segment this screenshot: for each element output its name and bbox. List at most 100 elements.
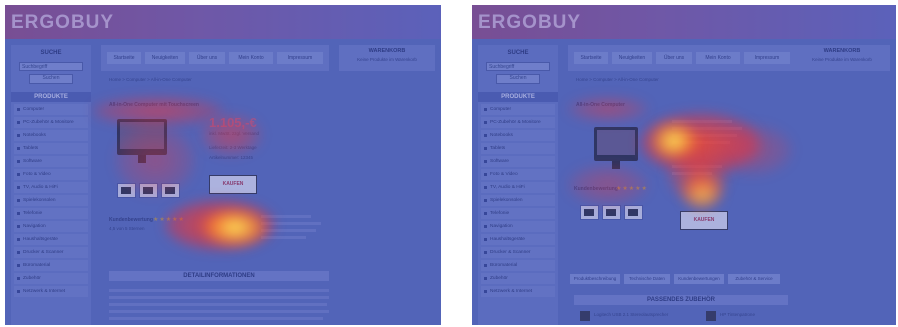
sidebar-item-label: Foto & Video: [23, 172, 51, 177]
search-input[interactable]: Suchbegriff: [486, 62, 550, 71]
sidebar-item-label: Tablets: [490, 146, 506, 151]
thumbnail-image: [143, 187, 153, 194]
sidebar-item[interactable]: TV, Audio & HiFi: [481, 182, 555, 193]
sidebar-item[interactable]: Netzwerk & Internet: [481, 286, 555, 297]
sidebar-item-label: Computer: [490, 107, 512, 112]
cart-text: Keine Produkte im Warenkorb: [812, 57, 872, 62]
search-button[interactable]: Suchen: [496, 74, 540, 84]
sidebar-item[interactable]: Software: [14, 156, 88, 167]
sidebar-item-label: Spielekonsolen: [23, 198, 56, 203]
header-bar: ERGOBUY: [5, 5, 441, 39]
tab-reviews[interactable]: Kundenbewertungen: [674, 274, 724, 284]
tab-imprint[interactable]: Impressum: [277, 52, 323, 64]
tab-specs[interactable]: Technische Daten: [624, 274, 670, 284]
sidebar-item[interactable]: Spielekonsolen: [481, 195, 555, 206]
text-line: [109, 317, 323, 320]
sidebar-item[interactable]: PC-Zubehör & Monitore: [481, 117, 555, 128]
sidebar-item[interactable]: Drucker & Scanner: [14, 247, 88, 258]
thumbnail[interactable]: [580, 205, 599, 220]
add-to-cart-button[interactable]: KAUFEN: [680, 211, 728, 230]
price-note: inkl. MwSt. zzgl. Versand: [209, 131, 260, 136]
tab-accessories[interactable]: Zubehör & Service: [728, 274, 780, 284]
sidebar-item-label: Navigation: [23, 224, 46, 229]
sidebar-item[interactable]: TV, Audio & HiFi: [14, 182, 88, 193]
text-line: [261, 215, 311, 218]
product-image[interactable]: [594, 127, 638, 161]
breadcrumb[interactable]: Home > Computer > All-in-One Computer: [576, 77, 659, 82]
sidebar-item[interactable]: Spielekonsolen: [14, 195, 88, 206]
add-to-cart-button[interactable]: KAUFEN: [209, 175, 257, 194]
sidebar-item[interactable]: Büromaterial: [481, 260, 555, 271]
thumbnail[interactable]: [117, 183, 136, 198]
bullet-icon: [17, 121, 20, 124]
text-line: [672, 120, 732, 123]
sidebar-item-label: Haushaltsgeräte: [23, 237, 58, 242]
sidebar-item[interactable]: Software: [481, 156, 555, 167]
sidebar-item[interactable]: Telefonie: [14, 208, 88, 219]
logo[interactable]: ERGOBUY: [11, 12, 114, 34]
search-button[interactable]: Suchen: [29, 74, 73, 84]
tab-description[interactable]: Produktbeschreibung: [570, 274, 620, 284]
tab-account[interactable]: Mein Konto: [229, 52, 273, 64]
cartridge-icon[interactable]: [706, 311, 716, 321]
breadcrumb[interactable]: Home > Computer > All-in-One Computer: [109, 77, 192, 82]
sidebar-item-label: Zubehör: [23, 276, 41, 281]
cart-panel[interactable]: WARENKORB Keine Produkte im Warenkorb: [339, 45, 435, 71]
sidebar-item[interactable]: Tablets: [481, 143, 555, 154]
sidebar-item[interactable]: Navigation: [14, 221, 88, 232]
rating-stars[interactable]: ★★★★★: [616, 185, 648, 192]
product-image[interactable]: [117, 119, 167, 155]
tab-news[interactable]: Neuigkeiten: [145, 52, 185, 64]
bullet-icon: [17, 199, 20, 202]
bullet-icon: [17, 160, 20, 163]
accessory-item[interactable]: HP Tintenpatrone: [720, 312, 755, 317]
thumbnail[interactable]: [624, 205, 643, 220]
sidebar-item[interactable]: Drucker & Scanner: [481, 247, 555, 258]
thumbnail[interactable]: [602, 205, 621, 220]
product-stand: [138, 155, 146, 163]
article-number: Artikelnummer: 12345: [209, 155, 254, 160]
tab-about[interactable]: Über uns: [189, 52, 225, 64]
tab-home[interactable]: Startseite: [574, 52, 608, 64]
products-title: PRODUKTE: [478, 92, 558, 102]
tab-about[interactable]: Über uns: [656, 52, 692, 64]
sidebar-item[interactable]: Foto & Video: [14, 169, 88, 180]
sidebar-item[interactable]: PC-Zubehör & Monitore: [14, 117, 88, 128]
sidebar-item[interactable]: Navigation: [481, 221, 555, 232]
sidebar-item[interactable]: Notebooks: [481, 130, 555, 141]
rating-stars[interactable]: ★★★★★: [153, 216, 185, 223]
thumbnail[interactable]: [139, 183, 158, 198]
sidebar-item[interactable]: Büromaterial: [14, 260, 88, 271]
sidebar-item[interactable]: Computer: [14, 104, 88, 115]
tab-news[interactable]: Neuigkeiten: [612, 52, 652, 64]
sidebar-item-label: Haushaltsgeräte: [490, 237, 525, 242]
speaker-icon[interactable]: [580, 311, 590, 321]
thumbnail[interactable]: [161, 183, 180, 198]
logo[interactable]: ERGOBUY: [478, 12, 581, 34]
cart-panel[interactable]: WARENKORB Keine Produkte im Warenkorb: [794, 45, 890, 71]
bullet-icon: [484, 108, 487, 111]
bullet-icon: [484, 199, 487, 202]
product-title: All-in-One Computer: [576, 102, 625, 108]
accessory-item[interactable]: Logitech USB 2.1 Stereolautsprecher: [594, 312, 668, 317]
sidebar-item[interactable]: Netzwerk & Internet: [14, 286, 88, 297]
tab-home[interactable]: Startseite: [107, 52, 141, 64]
sidebar-item[interactable]: Tablets: [14, 143, 88, 154]
sidebar-item[interactable]: Computer: [481, 104, 555, 115]
sidebar-item[interactable]: Notebooks: [14, 130, 88, 141]
sidebar-item-label: PC-Zubehör & Monitore: [23, 120, 74, 125]
sidebar-item[interactable]: Telefonie: [481, 208, 555, 219]
sidebar-item-label: Computer: [23, 107, 45, 112]
search-input[interactable]: Suchbegriff: [19, 62, 83, 71]
tab-imprint[interactable]: Impressum: [744, 52, 790, 64]
sidebar-item[interactable]: Haushaltsgeräte: [14, 234, 88, 245]
bullet-icon: [484, 225, 487, 228]
sidebar-item[interactable]: Zubehör: [481, 273, 555, 284]
tab-account[interactable]: Mein Konto: [696, 52, 740, 64]
header-bar: ERGOBUY: [472, 5, 896, 39]
sidebar-item[interactable]: Foto & Video: [481, 169, 555, 180]
sidebar-item[interactable]: Haushaltsgeräte: [481, 234, 555, 245]
sidebar-item[interactable]: Zubehör: [14, 273, 88, 284]
bullet-icon: [17, 186, 20, 189]
bullet-icon: [17, 238, 20, 241]
